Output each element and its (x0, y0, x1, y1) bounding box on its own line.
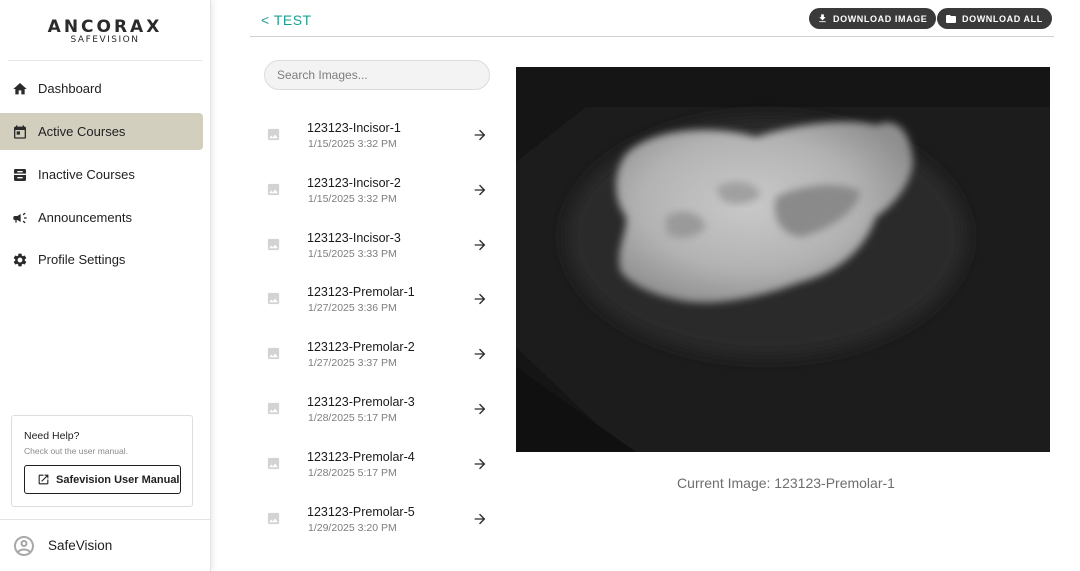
xray-image-viewer[interactable] (516, 67, 1050, 452)
image-icon (266, 346, 281, 361)
image-date: 1/28/2025 5:17 PM (308, 467, 397, 479)
folder-icon (945, 13, 957, 25)
download-image-label: DOWNLOAD IMAGE (833, 13, 928, 24)
image-icon (266, 511, 281, 526)
brand-logo[interactable]: ANCORAX SAFEVISION (8, 0, 202, 61)
arrow-right-icon[interactable] (472, 401, 488, 417)
image-date: 1/27/2025 3:37 PM (308, 357, 397, 369)
image-icon (266, 401, 281, 416)
help-card: Need Help? Check out the user manual. Sa… (11, 415, 193, 507)
sidebar-item-dashboard[interactable]: Dashboard (0, 70, 203, 107)
sidebar-item-announcements[interactable]: Announcements (0, 199, 203, 236)
home-icon (12, 81, 28, 97)
download-icon (817, 13, 828, 24)
calendar-icon (12, 124, 28, 140)
user-manual-button[interactable]: Safevision User Manual (24, 465, 181, 494)
current-image-caption: Current Image: 123123-Premolar-1 (677, 475, 895, 491)
list-item[interactable]: 123123-Incisor-2 1/15/2025 3:32 PM (258, 163, 498, 217)
sidebar-item-label: Active Courses (38, 124, 126, 139)
download-all-label: DOWNLOAD ALL (962, 13, 1043, 24)
image-name: 123123-Incisor-1 (307, 121, 401, 135)
image-icon (266, 456, 281, 471)
image-date: 1/15/2025 3:32 PM (308, 138, 397, 150)
list-item[interactable]: 123123-Premolar-3 1/28/2025 5:17 PM (258, 382, 498, 436)
arrow-right-icon[interactable] (472, 456, 488, 472)
arrow-right-icon[interactable] (472, 346, 488, 362)
help-title: Need Help? (24, 430, 80, 442)
image-name: 123123-Premolar-1 (307, 285, 415, 299)
image-icon (266, 237, 281, 252)
list-item[interactable]: 123123-Premolar-1 1/27/2025 3:36 PM (258, 272, 498, 326)
list-item[interactable]: 123123-Premolar-2 1/27/2025 3:37 PM (258, 327, 498, 381)
arrow-right-icon[interactable] (472, 291, 488, 307)
open-in-new-icon (37, 473, 50, 486)
image-date: 1/15/2025 3:32 PM (308, 193, 397, 205)
sidebar-item-label: Profile Settings (38, 252, 126, 267)
image-date: 1/27/2025 3:36 PM (308, 302, 397, 314)
sidebar-item-active-courses[interactable]: Active Courses (0, 113, 203, 150)
image-name: 123123-Premolar-4 (307, 450, 415, 464)
sidebar-item-label: Inactive Courses (38, 167, 135, 182)
image-icon (266, 291, 281, 306)
sidebar-item-profile-settings[interactable]: Profile Settings (0, 241, 203, 278)
arrow-right-icon[interactable] (472, 182, 488, 198)
gear-icon (12, 252, 28, 268)
xray-image (516, 67, 1050, 452)
image-date: 1/29/2025 3:20 PM (308, 522, 397, 534)
download-all-button[interactable]: DOWNLOAD ALL (937, 8, 1052, 29)
megaphone-icon (12, 210, 28, 226)
list-item[interactable]: 123123-Incisor-1 1/15/2025 3:32 PM (258, 108, 498, 162)
archive-icon (12, 167, 28, 183)
arrow-right-icon[interactable] (472, 511, 488, 527)
image-name: 123123-Incisor-2 (307, 176, 401, 190)
image-name: 123123-Premolar-2 (307, 340, 415, 354)
user-profile[interactable]: SafeVision (0, 519, 211, 571)
list-item[interactable]: 123123-Incisor-3 1/15/2025 3:33 PM (258, 218, 498, 272)
sidebar: ANCORAX SAFEVISION Dashboard Active Cour… (0, 0, 211, 571)
arrow-right-icon[interactable] (472, 237, 488, 253)
sidebar-item-inactive-courses[interactable]: Inactive Courses (0, 156, 203, 193)
image-date: 1/15/2025 3:33 PM (308, 248, 397, 260)
logo-wordmark: ANCORAX (47, 17, 163, 37)
user-manual-label: Safevision User Manual (56, 473, 180, 486)
logo-subtitle: SAFEVISION (70, 35, 140, 45)
arrow-right-icon[interactable] (472, 127, 488, 143)
download-image-button[interactable]: DOWNLOAD IMAGE (809, 8, 937, 29)
image-name: 123123-Premolar-5 (307, 505, 415, 519)
search-input[interactable] (264, 60, 490, 90)
image-date: 1/28/2025 5:17 PM (308, 412, 397, 424)
image-icon (266, 182, 281, 197)
content-header: < TEST DOWNLOAD IMAGE DOWNLOAD ALL (250, 0, 1054, 37)
account-circle-icon (12, 534, 36, 558)
list-item[interactable]: 123123-Premolar-4 1/28/2025 5:17 PM (258, 437, 498, 491)
list-item[interactable]: 123123-Premolar-5 1/29/2025 3:20 PM (258, 492, 498, 546)
image-name: 123123-Incisor-3 (307, 231, 401, 245)
image-name: 123123-Premolar-3 (307, 395, 415, 409)
sidebar-item-label: Dashboard (38, 81, 102, 96)
back-link[interactable]: < TEST (261, 12, 312, 28)
sidebar-item-label: Announcements (38, 210, 132, 225)
help-subtitle: Check out the user manual. (24, 446, 128, 456)
user-name: SafeVision (48, 538, 113, 553)
image-icon (266, 127, 281, 142)
